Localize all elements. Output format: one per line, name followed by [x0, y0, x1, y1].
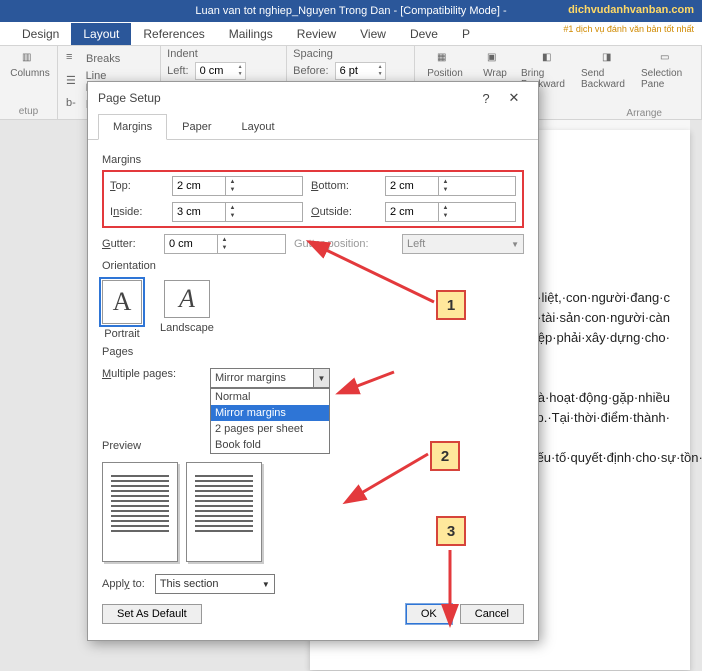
multiple-pages-dropdown: Normal Mirror margins 2 pages per sheet … [210, 388, 330, 454]
columns-icon: ▥ [22, 52, 38, 68]
apply-to-select[interactable]: This section▼ [155, 574, 275, 594]
callout-3: 3 [436, 516, 466, 546]
option-mirror-margins[interactable]: Mirror margins [211, 405, 329, 421]
inside-margin-spinner[interactable]: ▲▼ [172, 202, 303, 222]
dialog-title: Page Setup [98, 91, 161, 105]
orientation-landscape[interactable]: ALandscape [160, 280, 214, 340]
dialog-tab-layout[interactable]: Layout [226, 114, 289, 139]
columns-label: Columns [10, 68, 49, 79]
top-margin-spinner[interactable]: ▲▼ [172, 176, 303, 196]
send-backward-icon: ◨ [602, 52, 618, 68]
position-icon: ▦ [437, 52, 453, 68]
spacing-label: Spacing [293, 48, 408, 60]
tab-view[interactable]: View [348, 23, 398, 45]
columns-button[interactable]: ▥ Columns [6, 48, 54, 79]
cancel-button[interactable]: Cancel [460, 604, 524, 624]
pages-section-label: Pages [102, 346, 524, 358]
bring-forward-icon: ◧ [542, 52, 558, 68]
preview-pane [102, 462, 524, 562]
chevron-down-icon[interactable]: ▼ [313, 369, 329, 387]
wrap-text-button[interactable]: ▣Wrap [471, 48, 519, 79]
send-backward-button[interactable]: ◨Send Backward [581, 48, 639, 90]
inside-label: Inside: [110, 206, 164, 218]
dialog-tabs: Margins Paper Layout [88, 114, 538, 140]
gutter-input[interactable] [165, 235, 217, 253]
tab-layout[interactable]: Layout [71, 23, 131, 45]
outside-margin-spinner[interactable]: ▲▼ [385, 202, 516, 222]
dialog-tab-paper[interactable]: Paper [167, 114, 226, 139]
spacing-before-spinner[interactable]: ▲▼ [335, 62, 386, 80]
landscape-icon: A [164, 280, 210, 318]
spacing-before-input[interactable] [336, 65, 376, 77]
ok-button[interactable]: OK [406, 604, 452, 624]
inside-margin-input[interactable] [173, 203, 225, 221]
indent-left-input[interactable] [196, 65, 236, 77]
gutter-spinner[interactable]: ▲▼ [164, 234, 286, 254]
selection-pane-button[interactable]: ▭Selection Pane [641, 48, 695, 90]
top-label: Top: [110, 180, 164, 192]
tab-developer[interactable]: Deve [398, 23, 450, 45]
spinner-arrows-icon[interactable]: ▲▼ [236, 64, 245, 78]
orientation-portrait[interactable]: APortrait [102, 280, 142, 340]
preview-page-right [186, 462, 262, 562]
callout-1: 1 [436, 290, 466, 320]
callout-2: 2 [430, 441, 460, 471]
option-2-pages[interactable]: 2 pages per sheet [211, 421, 329, 437]
spacing-before-label: Before: [293, 65, 328, 77]
tab-design[interactable]: Design [10, 23, 71, 45]
set-as-default-button[interactable]: Set As Default [102, 604, 202, 624]
tab-extra[interactable]: P [450, 23, 482, 45]
page-setup-dialog: Page Setup ? ✕ Margins Paper Layout Marg… [87, 81, 539, 641]
watermark-line1: dichvudanhvanban.com [568, 4, 694, 16]
indent-left-label: Left: [167, 65, 188, 77]
chevron-down-icon: ▼ [507, 240, 523, 249]
multiple-pages-label: Multiple pages: [102, 368, 198, 380]
chevron-down-icon[interactable]: ▼ [258, 580, 274, 589]
hyphenation-icon: b- [66, 97, 82, 113]
outside-margin-input[interactable] [386, 203, 438, 221]
bottom-label: Bottom: [311, 180, 377, 192]
tab-mailings[interactable]: Mailings [217, 23, 285, 45]
gutter-position-select: Left▼ [402, 234, 524, 254]
indent-label: Indent [167, 48, 280, 60]
preview-page-left [102, 462, 178, 562]
tab-review[interactable]: Review [285, 23, 348, 45]
margins-fields-highlight: Top: ▲▼ Bottom: ▲▼ Inside: ▲▼ Outside: ▲… [102, 170, 524, 228]
indent-left-spinner[interactable]: ▲▼ [195, 62, 246, 80]
help-button[interactable]: ? [472, 91, 500, 106]
bottom-margin-input[interactable] [386, 177, 438, 195]
window-title: Luan van tot nghiep_Nguyen Trong Dan - [… [195, 5, 506, 17]
margins-section-label: Margins [102, 154, 524, 166]
gutter-label: Gutter: [102, 238, 156, 250]
multiple-pages-combo[interactable]: Mirror margins▼ Normal Mirror margins 2 … [210, 368, 330, 388]
breaks-button[interactable]: ≡Breaks [64, 50, 154, 68]
spinner-arrows-icon[interactable]: ▲▼ [376, 64, 385, 78]
bottom-margin-spinner[interactable]: ▲▼ [385, 176, 516, 196]
apply-to-label: Apply to: [102, 578, 145, 590]
top-margin-input[interactable] [173, 177, 225, 195]
dialog-tab-margins[interactable]: Margins [98, 114, 167, 140]
line-numbers-icon: ☰ [66, 74, 82, 90]
option-book-fold[interactable]: Book fold [211, 437, 329, 453]
option-normal[interactable]: Normal [211, 389, 329, 405]
gutter-position-label: Gutter position: [294, 238, 394, 250]
orientation-section-label: Orientation [102, 260, 524, 272]
selection-pane-icon: ▭ [660, 52, 676, 68]
watermark-line2: #1 dịch vụ đánh văn bản tốt nhất [563, 24, 694, 34]
outside-label: Outside: [311, 206, 377, 218]
wrap-icon: ▣ [487, 52, 503, 68]
breaks-icon: ≡ [66, 51, 82, 67]
tab-references[interactable]: References [131, 23, 216, 45]
dialog-titlebar[interactable]: Page Setup ? ✕ [88, 82, 538, 114]
portrait-icon: A [102, 280, 142, 324]
close-button[interactable]: ✕ [500, 90, 528, 106]
position-button[interactable]: ▦Position [421, 48, 469, 79]
setup-group-label: etup [6, 106, 51, 119]
